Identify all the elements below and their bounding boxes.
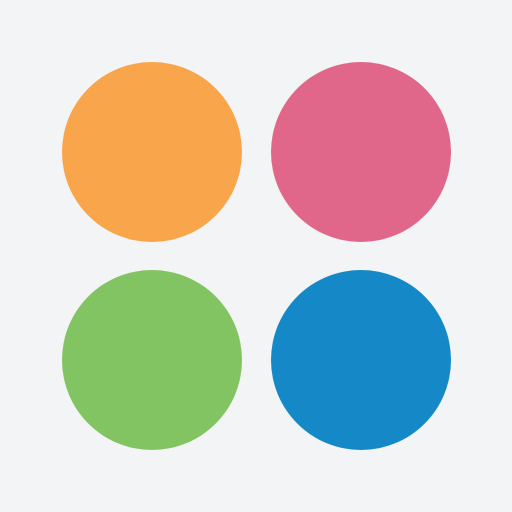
green-dot [62, 270, 242, 450]
pink-dot [271, 62, 451, 242]
orange-dot [62, 62, 242, 242]
app-icon [0, 0, 512, 512]
blue-dot [271, 270, 451, 450]
